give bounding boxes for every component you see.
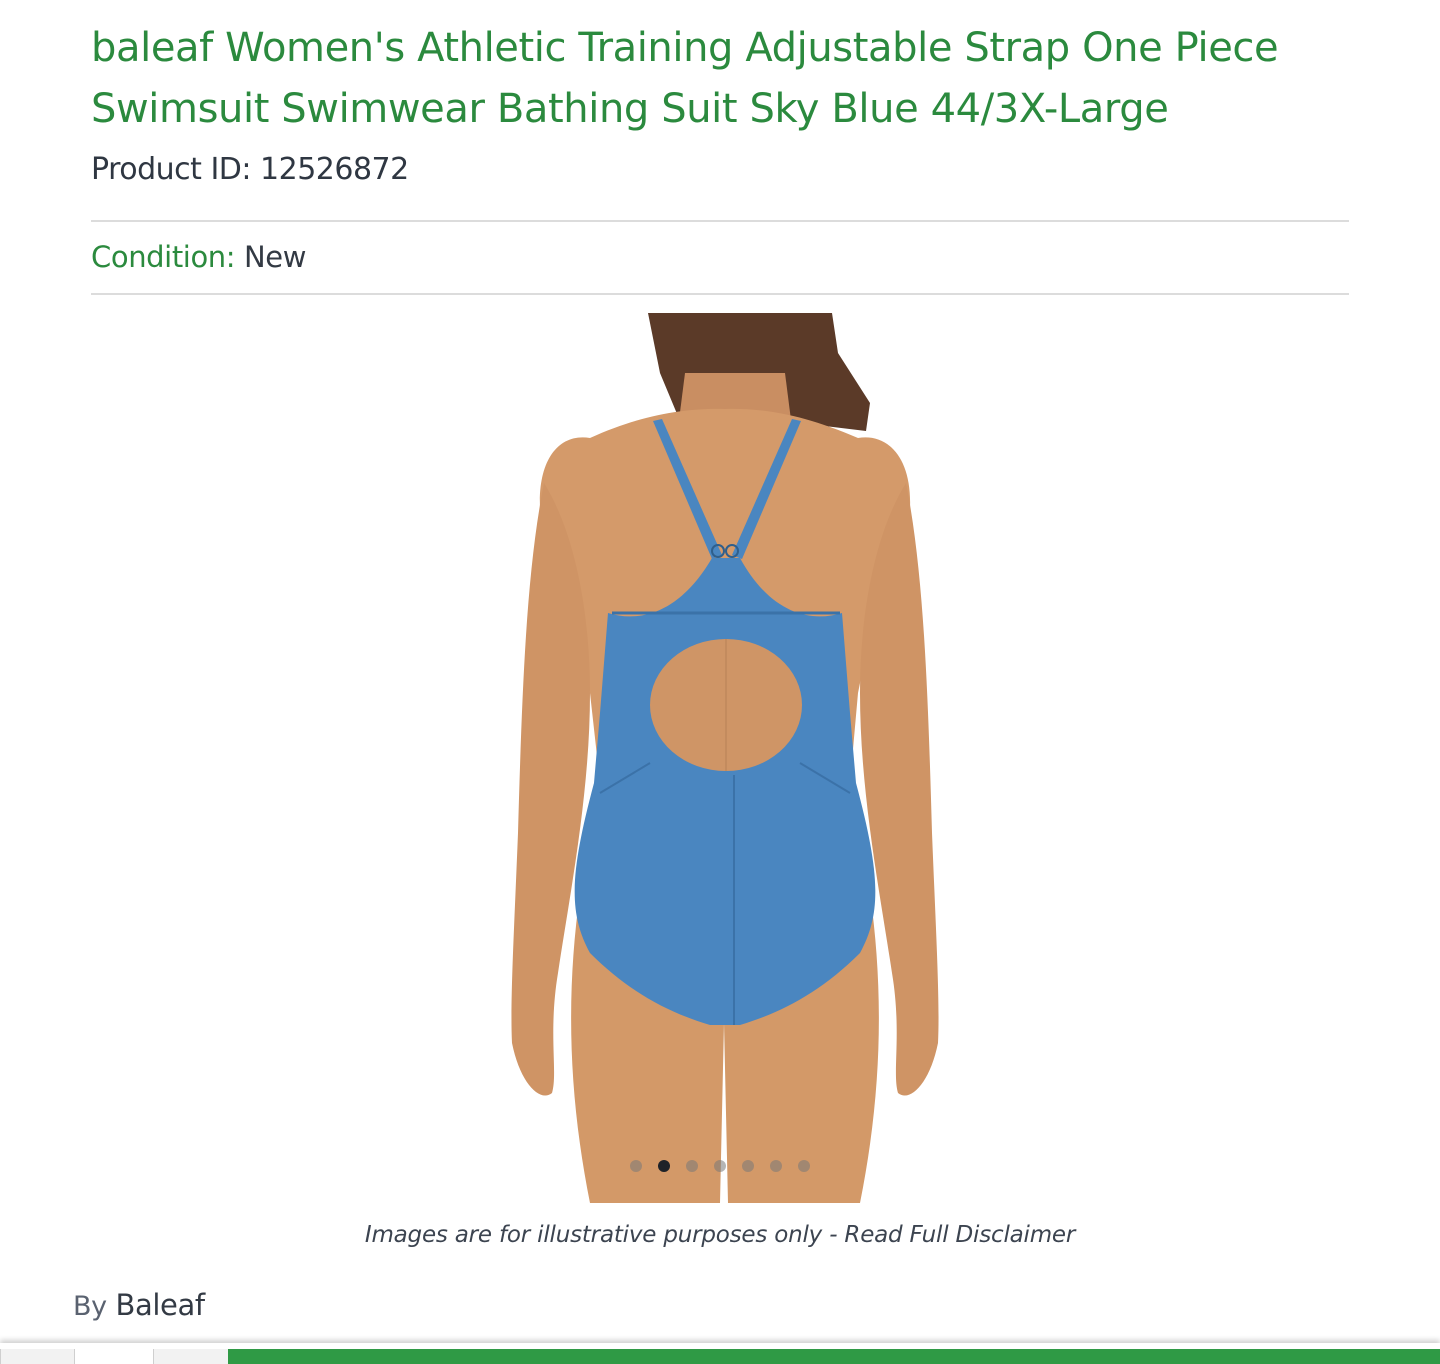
read-full-disclaimer-link[interactable]: Read Full Disclaimer (844, 1222, 1075, 1248)
carousel-dot-active[interactable] (658, 1160, 670, 1172)
quantity-decrement-button[interactable] (0, 1349, 75, 1364)
carousel-dot[interactable] (714, 1160, 726, 1172)
disclaimer-text: Images are for illustrative purposes onl… (364, 1222, 845, 1248)
carousel-dot[interactable] (630, 1160, 642, 1172)
add-to-cart-button[interactable] (228, 1349, 1440, 1364)
product-image[interactable] (440, 313, 1000, 1203)
carousel-dots (440, 1160, 1000, 1172)
carousel-dot[interactable] (770, 1160, 782, 1172)
condition-row: Condition: New (91, 240, 306, 274)
product-title: baleaf Women's Athletic Training Adjusta… (91, 25, 1279, 132)
divider (91, 293, 1349, 295)
brand-byline: By Baleaf (73, 1288, 205, 1322)
quantity-increment-button[interactable] (153, 1349, 229, 1364)
quantity-input[interactable] (74, 1349, 154, 1364)
swimsuit (574, 558, 876, 1025)
brand-link[interactable]: Baleaf (116, 1288, 206, 1322)
condition-label: Condition: (91, 240, 236, 274)
carousel-dot[interactable] (798, 1160, 810, 1172)
by-label: By (73, 1291, 107, 1322)
product-image-gallery[interactable] (440, 313, 1000, 1203)
product-id: Product ID: 12526872 (91, 152, 409, 187)
carousel-dot[interactable] (742, 1160, 754, 1172)
divider (91, 220, 1349, 222)
sticky-cart-bar (0, 1343, 1440, 1364)
carousel-dot[interactable] (686, 1160, 698, 1172)
image-disclaimer: Images are for illustrative purposes onl… (0, 1222, 1440, 1248)
condition-value: New (244, 240, 307, 274)
